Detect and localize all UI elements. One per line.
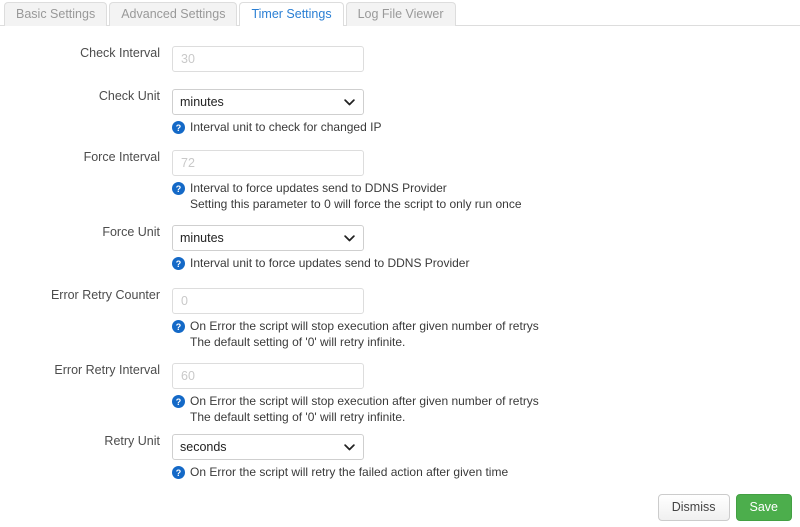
tab-timer-settings[interactable]: Timer Settings xyxy=(239,2,344,26)
field-label: Error Retry Counter xyxy=(50,288,160,302)
form-row: Error Retry Interval? On Error the script… xyxy=(0,363,800,425)
help-lines: On Error the script will stop execution … xyxy=(190,318,772,350)
footer-actions: Dismiss Save xyxy=(657,494,792,521)
svg-text:?: ? xyxy=(176,259,181,269)
question-circle-icon: ? xyxy=(172,121,185,134)
question-circle-icon: ? xyxy=(172,320,185,333)
check-unit-select-wrapper: secondsminuteshoursdays xyxy=(172,89,364,115)
help-line: On Error the script will retry the faile… xyxy=(190,465,509,479)
retry-unit-select-wrapper: secondsminuteshoursdays xyxy=(172,434,364,460)
tab-basic-settings[interactable]: Basic Settings xyxy=(4,2,108,26)
field-control: ? On Error the script will stop execution… xyxy=(172,363,772,425)
form-row: Retry Unit secondsminuteshoursdays? On Err… xyxy=(0,434,800,480)
svg-text:?: ? xyxy=(176,468,181,478)
error-retry-counter-input[interactable] xyxy=(172,288,364,314)
field-help-text: ? Interval unit to force updates send to … xyxy=(172,255,772,271)
form-row: Force Interval? Interval to force updates… xyxy=(0,150,800,212)
field-help-text: ? Interval unit to check for changed IP xyxy=(172,119,772,135)
settings-form: Check Interval Check Unit secondsminutesho… xyxy=(0,26,800,480)
help-lines: On Error the script will retry the faile… xyxy=(190,464,772,480)
error-retry-interval-input[interactable] xyxy=(172,363,364,389)
svg-text:?: ? xyxy=(176,123,181,133)
form-row: Check Interval xyxy=(0,46,800,72)
help-lines: Interval unit to check for changed IP xyxy=(190,119,772,135)
field-help-text: ? On Error the script will stop execution… xyxy=(172,393,772,425)
svg-text:?: ? xyxy=(176,322,181,332)
help-line: Setting this parameter to 0 will force t… xyxy=(190,197,522,211)
field-help-text: ? On Error the script will retry the fail… xyxy=(172,464,772,480)
field-help-text: ? On Error the script will stop execution… xyxy=(172,318,772,350)
form-row: Check Unit secondsminuteshoursdays? Interv… xyxy=(0,89,800,135)
field-help-text: ? Interval to force updates send to DDNS … xyxy=(172,180,772,212)
field-label: Retry Unit xyxy=(104,434,160,448)
question-circle-icon: ? xyxy=(172,257,185,270)
retry-unit-select[interactable]: secondsminuteshoursdays xyxy=(172,434,364,460)
field-control: ? Interval to force updates send to DDNS … xyxy=(172,150,772,212)
field-control: ? On Error the script will stop execution… xyxy=(172,288,772,350)
tab-advanced-settings[interactable]: Advanced Settings xyxy=(109,2,238,26)
field-label: Check Interval xyxy=(80,46,160,60)
field-label: Force Interval xyxy=(83,150,160,164)
help-lines: Interval unit to force updates send to D… xyxy=(190,255,772,271)
help-lines: Interval to force updates send to DDNS P… xyxy=(190,180,772,212)
help-line: Interval to force updates send to DDNS P… xyxy=(190,181,447,195)
force-unit-select-wrapper: secondsminuteshoursdays xyxy=(172,225,364,251)
field-label: Check Unit xyxy=(98,89,160,103)
field-control: secondsminuteshoursdays? Interval unit to… xyxy=(172,225,772,271)
field-label: Force Unit xyxy=(102,225,160,239)
svg-text:?: ? xyxy=(176,397,181,407)
check-unit-select[interactable]: secondsminuteshoursdays xyxy=(172,89,364,115)
help-line: The default setting of '0' will retry in… xyxy=(190,410,406,424)
check-interval-input[interactable] xyxy=(172,46,364,72)
force-interval-input[interactable] xyxy=(172,150,364,176)
save-button[interactable]: Save xyxy=(735,494,792,521)
field-label: Error Retry Interval xyxy=(54,363,160,377)
question-circle-icon: ? xyxy=(172,395,185,408)
dismiss-button[interactable]: Dismiss xyxy=(657,494,730,521)
field-control: secondsminuteshoursdays? On Error the scr… xyxy=(172,434,772,480)
force-unit-select[interactable]: secondsminuteshoursdays xyxy=(172,225,364,251)
tab-bar: Basic Settings Advanced Settings Timer Set… xyxy=(0,0,800,26)
tab-log-file-viewer[interactable]: Log File Viewer xyxy=(345,2,456,26)
form-row: Force Unit secondsminuteshoursdays? Interv… xyxy=(0,225,800,271)
help-line: On Error the script will stop execution … xyxy=(190,394,539,408)
help-line: The default setting of '0' will retry in… xyxy=(190,335,406,349)
svg-text:?: ? xyxy=(176,184,181,194)
help-line: Interval unit to force updates send to D… xyxy=(190,256,470,270)
field-control xyxy=(172,46,772,72)
timer-settings-page: Basic Settings Advanced Settings Timer Set… xyxy=(0,0,800,527)
help-line: On Error the script will stop execution … xyxy=(190,319,539,333)
help-lines: On Error the script will stop execution … xyxy=(190,393,772,425)
question-circle-icon: ? xyxy=(172,466,185,479)
form-row: Error Retry Counter? On Error the script … xyxy=(0,288,800,350)
help-line: Interval unit to check for changed IP xyxy=(190,120,382,134)
field-control: secondsminuteshoursdays? Interval unit to… xyxy=(172,89,772,135)
question-circle-icon: ? xyxy=(172,182,185,195)
